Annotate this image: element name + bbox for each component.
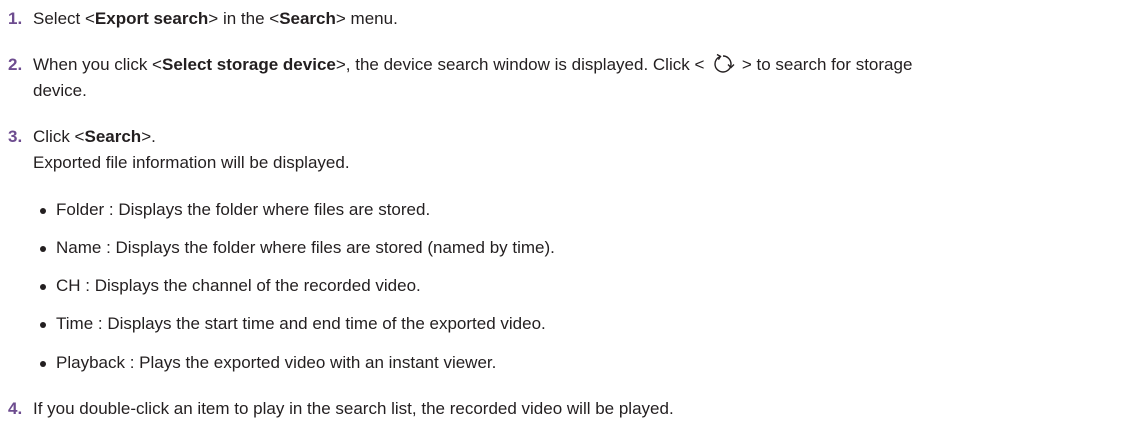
step-line: When you click <Select storage device>, … (33, 53, 1116, 76)
step-line: Select <Export search> in the <Search> m… (33, 8, 1116, 30)
ui-term-select-storage-device: Select storage device (161, 55, 336, 74)
text-segment: > to search for storage (737, 55, 913, 74)
step-number: 4. (8, 399, 23, 418)
list-item-text: Playback : Plays the exported video with… (56, 353, 497, 372)
ui-term-search: Search (84, 127, 142, 146)
bullet-icon (40, 246, 46, 252)
step-line: If you double-click an item to play in t… (33, 399, 674, 418)
refresh-icon (711, 53, 735, 75)
step-text: Click <Search>. Exported file informatio… (33, 126, 1116, 174)
list-item-text: CH : Displays the channel of the recorde… (56, 276, 421, 295)
step-text: When you click <Select storage device>, … (33, 53, 1116, 102)
text-segment: device. (33, 81, 87, 100)
step-line: Click <Search>. (33, 126, 1116, 148)
bullet-icon (40, 208, 46, 214)
text-segment: Click < (33, 127, 85, 146)
text-segment: >, the device search window is displayed… (335, 55, 710, 74)
step-text: Select <Export search> in the <Search> m… (33, 8, 1116, 30)
text-segment: > menu. (335, 9, 398, 28)
ui-term-export-search: Export search (94, 9, 209, 28)
bullet-icon (40, 284, 46, 290)
text-segment: > in the < (208, 9, 280, 28)
step-number: 2. (8, 55, 23, 74)
text-segment: When you click < (33, 55, 162, 74)
step-line: Exported file information will be displa… (33, 153, 350, 172)
manual-page: 1. Select <Export search> in the <Search… (0, 0, 1136, 436)
step-text: If you double-click an item to play in t… (33, 398, 1116, 420)
text-segment: Select < (33, 9, 95, 28)
list-item-text: Folder : Displays the folder where files… (56, 200, 431, 219)
step-line: device. (33, 80, 1116, 102)
bullet-icon (40, 361, 46, 367)
ui-term-search-menu: Search (279, 9, 336, 28)
list-item-text: Name : Displays the folder where files a… (56, 238, 555, 257)
step-number: 1. (8, 9, 23, 28)
list-item-text: Time : Displays the start time and end t… (56, 314, 546, 333)
text-segment: >. (141, 127, 156, 146)
step-number: 3. (8, 127, 23, 146)
bullet-icon (40, 322, 46, 328)
